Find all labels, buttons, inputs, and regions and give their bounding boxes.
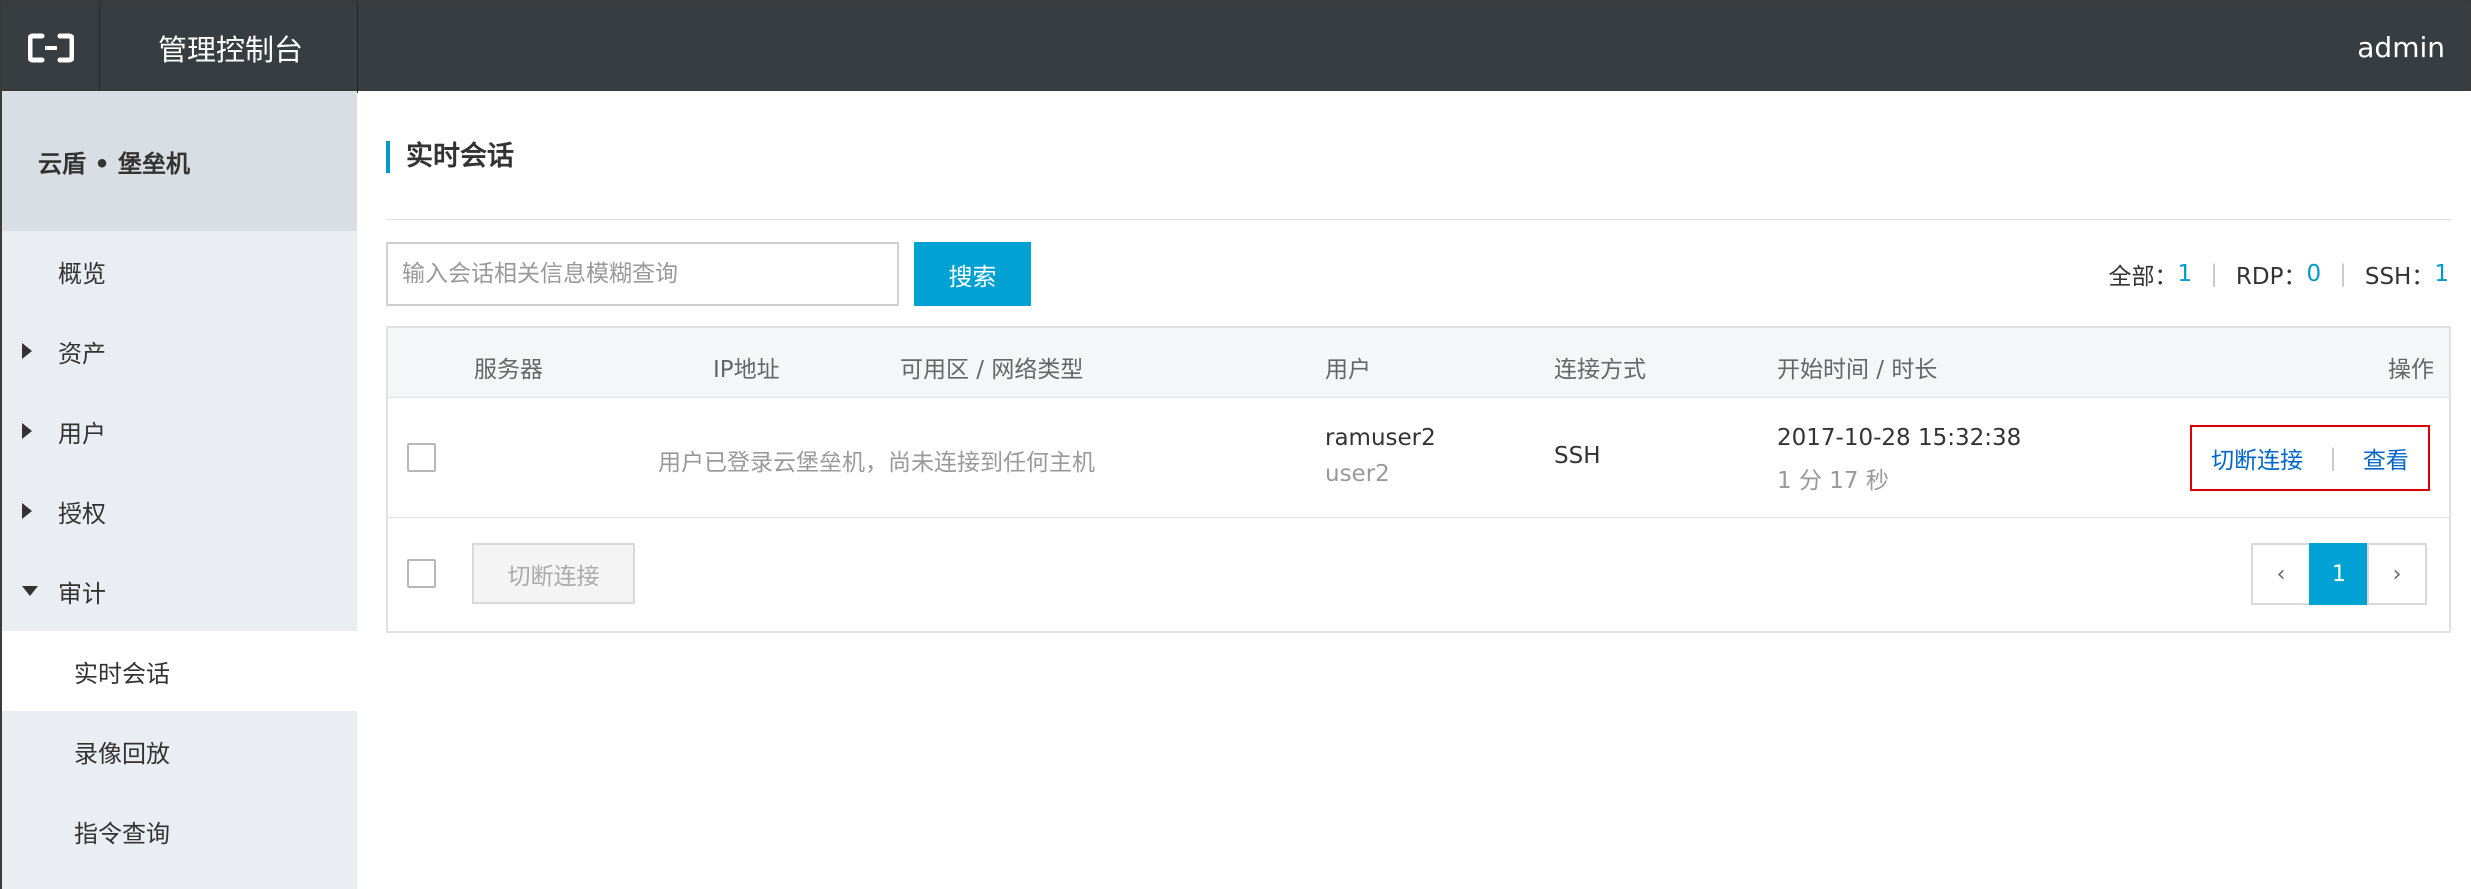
caret-right-icon [22, 343, 32, 359]
sidebar-item-label: 概览 [58, 259, 106, 288]
column-header-ip: IP地址 [713, 357, 780, 383]
column-header-server: 服务器 [474, 357, 543, 383]
sidebar-subitem-recordings[interactable]: 录像回放 [2, 711, 357, 791]
column-header-actions: 操作 [2388, 357, 2434, 383]
pagination-next-button[interactable]: › [2367, 543, 2427, 605]
sidebar-item-label: 实时会话 [74, 659, 170, 688]
view-link[interactable]: 查看 [2363, 441, 2409, 475]
pagination-page-1[interactable]: 1 [2309, 543, 2369, 605]
sidebar-item-overview[interactable]: 概览 [2, 231, 357, 311]
session-status-message: 用户已登录云堡垒机，尚未连接到任何主机 [658, 450, 1095, 476]
product-title: 云盾 • 堡垒机 [2, 91, 357, 231]
column-header-protocol: 连接方式 [1554, 357, 1646, 383]
sessions-table: 服务器 IP地址 可用区 / 网络类型 用户 连接方式 开始时间 / 时长 操作… [386, 326, 2451, 633]
caret-right-icon [22, 423, 32, 439]
session-start-time: 2017-10-28 15:32:38 [1777, 425, 2022, 451]
page-title: 实时会话 [386, 141, 514, 173]
sidebar-subitem-live-sessions[interactable]: 实时会话 [2, 631, 357, 711]
sidebar-item-label: 资产 [58, 339, 106, 368]
disconnect-link[interactable]: 切断连接 [2211, 441, 2303, 475]
console-title[interactable]: 管理控制台 [100, 2, 358, 93]
stat-separator: | [2339, 261, 2347, 287]
select-all-checkbox[interactable] [407, 559, 436, 588]
sidebar-item-label: 授权 [58, 499, 106, 528]
divider [386, 219, 2451, 220]
sidebar-item-label: 用户 [58, 419, 106, 448]
sidebar-subitem-command-query[interactable]: 指令查询 [2, 791, 357, 871]
table-footer: 切断连接 ‹ 1 › [388, 518, 2449, 631]
sidebar-item-label: 指令查询 [74, 819, 170, 848]
stat-ssh-label: SSH： [2364, 264, 2435, 290]
row-checkbox[interactable] [407, 443, 436, 472]
column-header-user: 用户 [1325, 357, 1371, 383]
sidebar-item-assets[interactable]: 资产 [2, 311, 357, 391]
table-row: 用户已登录云堡垒机，尚未连接到任何主机 ramuser2 user2 SSH 2… [388, 398, 2449, 518]
stat-all-label: 全部： [2108, 264, 2178, 290]
search-input[interactable] [386, 242, 899, 306]
search-button[interactable]: 搜索 [914, 242, 1031, 306]
row-actions: 切断连接 | 查看 [2190, 425, 2430, 491]
column-header-start-time: 开始时间 / 时长 [1777, 357, 1938, 383]
sidebar-item-label: 审计 [58, 579, 106, 608]
bulk-disconnect-button[interactable]: 切断连接 [472, 543, 635, 604]
pagination: ‹ 1 › [2251, 543, 2427, 605]
sidebar-item-authorization[interactable]: 授权 [2, 471, 357, 551]
sidebar-item-audit[interactable]: 审计 [2, 551, 357, 631]
session-user: ramuser2 [1325, 425, 1436, 451]
action-separator: | [2329, 445, 2337, 471]
stat-ssh-count[interactable]: 1 [2434, 261, 2449, 287]
stat-all-count[interactable]: 1 [2178, 261, 2193, 287]
column-header-zone: 可用区 / 网络类型 [900, 357, 1084, 383]
session-duration: 1 分 17 秒 [1777, 468, 1889, 494]
sidebar-item-users[interactable]: 用户 [2, 391, 357, 471]
stat-rdp-count[interactable]: 0 [2306, 261, 2321, 287]
table-header: 服务器 IP地址 可用区 / 网络类型 用户 连接方式 开始时间 / 时长 操作 [388, 328, 2449, 398]
session-protocol: SSH [1554, 443, 1601, 469]
caret-right-icon [22, 503, 32, 519]
stat-rdp-label: RDP： [2235, 264, 2307, 290]
sidebar-item-label: 录像回放 [74, 739, 170, 768]
user-menu[interactable]: admin [2357, 2, 2445, 93]
aliyun-logo-icon [27, 33, 74, 62]
top-bar: 管理控制台 admin [0, 0, 2471, 93]
console-title-text: 管理控制台 [158, 32, 304, 67]
stat-separator: | [2210, 261, 2218, 287]
caret-down-icon [22, 586, 38, 596]
pagination-prev-button[interactable]: ‹ [2251, 543, 2311, 605]
logo[interactable] [2, 2, 100, 93]
session-stats: 全部： 1 | RDP： 0 | SSH： 1 [2109, 254, 2449, 294]
sidebar: 云盾 • 堡垒机 概览 资产 用户 授权 审计 实时会话 录像回放 指令查询 [0, 91, 357, 889]
session-user-sub: user2 [1325, 461, 1390, 487]
